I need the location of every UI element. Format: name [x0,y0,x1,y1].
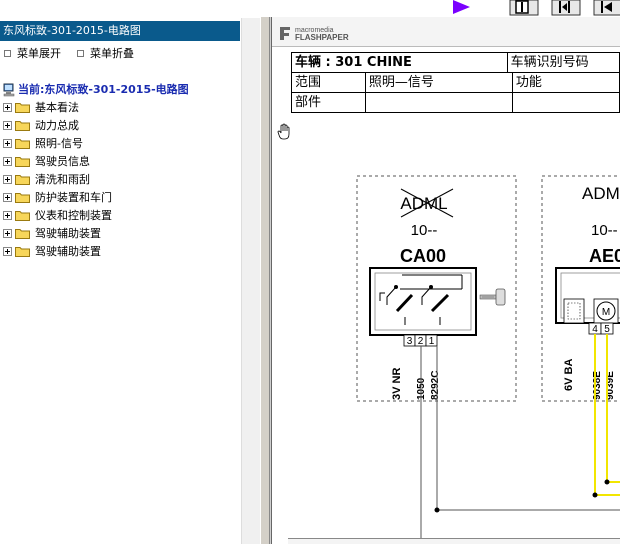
wire-label: 9038E [592,371,603,400]
pin-label: 3 [407,336,413,347]
top-toolbar [260,0,620,17]
tree-item-label: 照明-信号 [35,137,83,150]
collapse-menu-button[interactable]: 菜单折叠 [77,47,134,61]
collapse-icon [77,49,84,57]
logo-bottom-text: FLASHPAPER [295,33,349,42]
expand-plus-icon[interactable] [3,102,12,112]
tree-item-label: 仪表和控制装置 [35,209,112,222]
pin-label: 1 [429,336,435,347]
function-label: 功能 [511,72,620,93]
nav-button-1[interactable] [509,0,539,16]
expand-icon [4,49,11,57]
nav-button-2[interactable] [551,0,581,16]
folder-icon [15,210,30,221]
connector-label-ca00: 3V NR [391,368,403,400]
scope-value: 照明—信号 [364,72,513,93]
ignition-switch [369,267,477,336]
key-icon [479,288,506,306]
folder-icon [15,102,30,113]
tree-item[interactable]: 基本看法 [3,100,79,116]
folder-icon [15,138,30,149]
tree-scrollbar[interactable] [241,18,260,544]
tree-item-label: 驾驶辅助装置 [35,227,101,240]
component-name-ae0: AE0 [589,246,620,266]
wire-label: 8292C [430,371,441,400]
expand-menu-button[interactable]: 菜单展开 [4,47,61,61]
tree-item[interactable]: 驾驶辅助装置 [3,244,101,260]
expand-plus-icon[interactable] [3,156,12,166]
tree-item[interactable]: 照明-信号 [3,136,83,152]
tree-item[interactable]: 防护装置和车门 [3,190,112,206]
tree-item-label: 清洗和雨刮 [35,173,90,186]
yellow-wires [594,334,620,496]
tree-item[interactable]: 仪表和控制装置 [3,208,112,224]
folder-icon [15,192,30,203]
expand-plus-icon[interactable] [3,120,12,130]
code-prefix-1: 10-- [411,222,438,239]
pin-strip-ca00: 3 2 1 [403,334,438,347]
folder-icon [15,246,30,257]
vin-label: 车辆识别号码 [506,52,620,73]
expand-plus-icon[interactable] [3,192,12,202]
folder-icon [15,228,30,239]
pin-label: 2 [418,336,424,347]
tree-item[interactable]: 驾驶员信息 [3,154,90,170]
expand-plus-icon[interactable] [3,246,12,256]
part-value [364,92,513,113]
tree-item-label: 动力总成 [35,119,79,132]
vehicle-label: 车辆 : 301 CHINE [291,52,508,73]
scope-label: 范围 [291,72,366,93]
pin-label: 5 [604,324,610,335]
splitter[interactable] [260,17,270,544]
connector-label-ae0: 6V BA [563,359,575,391]
wiring-diagram: ADML 10-- CA00 3 2 1 3V NR 8292C ADM 10-… [356,175,620,544]
flashpaper-logo: macromedia FLASHPAPER [278,24,378,42]
tree-item-label: 驾驶辅助装置 [35,245,101,258]
current-location[interactable]: 当前:东风标致-301-2015-电路图 [3,82,189,98]
label-2: ADM [582,184,620,203]
folder-icon [15,156,30,167]
tree-item-label: 防护装置和车门 [35,191,112,204]
flashpaper-toolbar: macromedia FLASHPAPER [272,17,620,47]
folder-icon [15,120,30,131]
nav-button-3[interactable] [593,0,620,16]
computer-icon [3,83,15,97]
viewer-bottom-strip [288,538,620,544]
tree-item-label: 驾驶员信息 [35,155,90,168]
vehicle-info-table: 车辆 : 301 CHINE 车辆识别号码 范围 照明—信号 功能 部件 [291,52,620,113]
component-name-ca00: CA00 [400,246,446,266]
tree-item[interactable]: 动力总成 [3,118,79,134]
tree-panel-title: 东风标致-301-2015-电路图 [0,21,240,41]
tree-item-label: 基本看法 [35,101,79,114]
play-icon [453,0,470,14]
expand-plus-icon[interactable] [3,210,12,220]
motor-icon: M [593,298,619,324]
code-prefix-2: 10-- [591,222,618,239]
tree-item[interactable]: 清洗和雨刮 [3,172,90,188]
module-icon [563,298,585,324]
hand-cursor-icon [277,123,290,140]
pin-strip-ae0: 4 5 [588,322,614,335]
svg-text:M: M [602,307,610,318]
expand-plus-icon[interactable] [3,174,12,184]
tree-panel: 东风标致-301-2015-电路图 菜单展开 菜单折叠 当前:东风标致-301-… [0,0,260,544]
part-label: 部件 [291,92,366,113]
tree-item[interactable]: 驾驶辅助装置 [3,226,101,242]
folder-icon [15,174,30,185]
expand-plus-icon[interactable] [3,228,12,238]
toolbar-graphics [453,0,620,16]
expand-plus-icon[interactable] [3,138,12,148]
flashpaper-viewer[interactable]: macromedia FLASHPAPER 车辆 : 301 CHINE 车辆识… [271,17,620,544]
function-value [511,92,620,113]
pin-label: 4 [592,324,598,335]
